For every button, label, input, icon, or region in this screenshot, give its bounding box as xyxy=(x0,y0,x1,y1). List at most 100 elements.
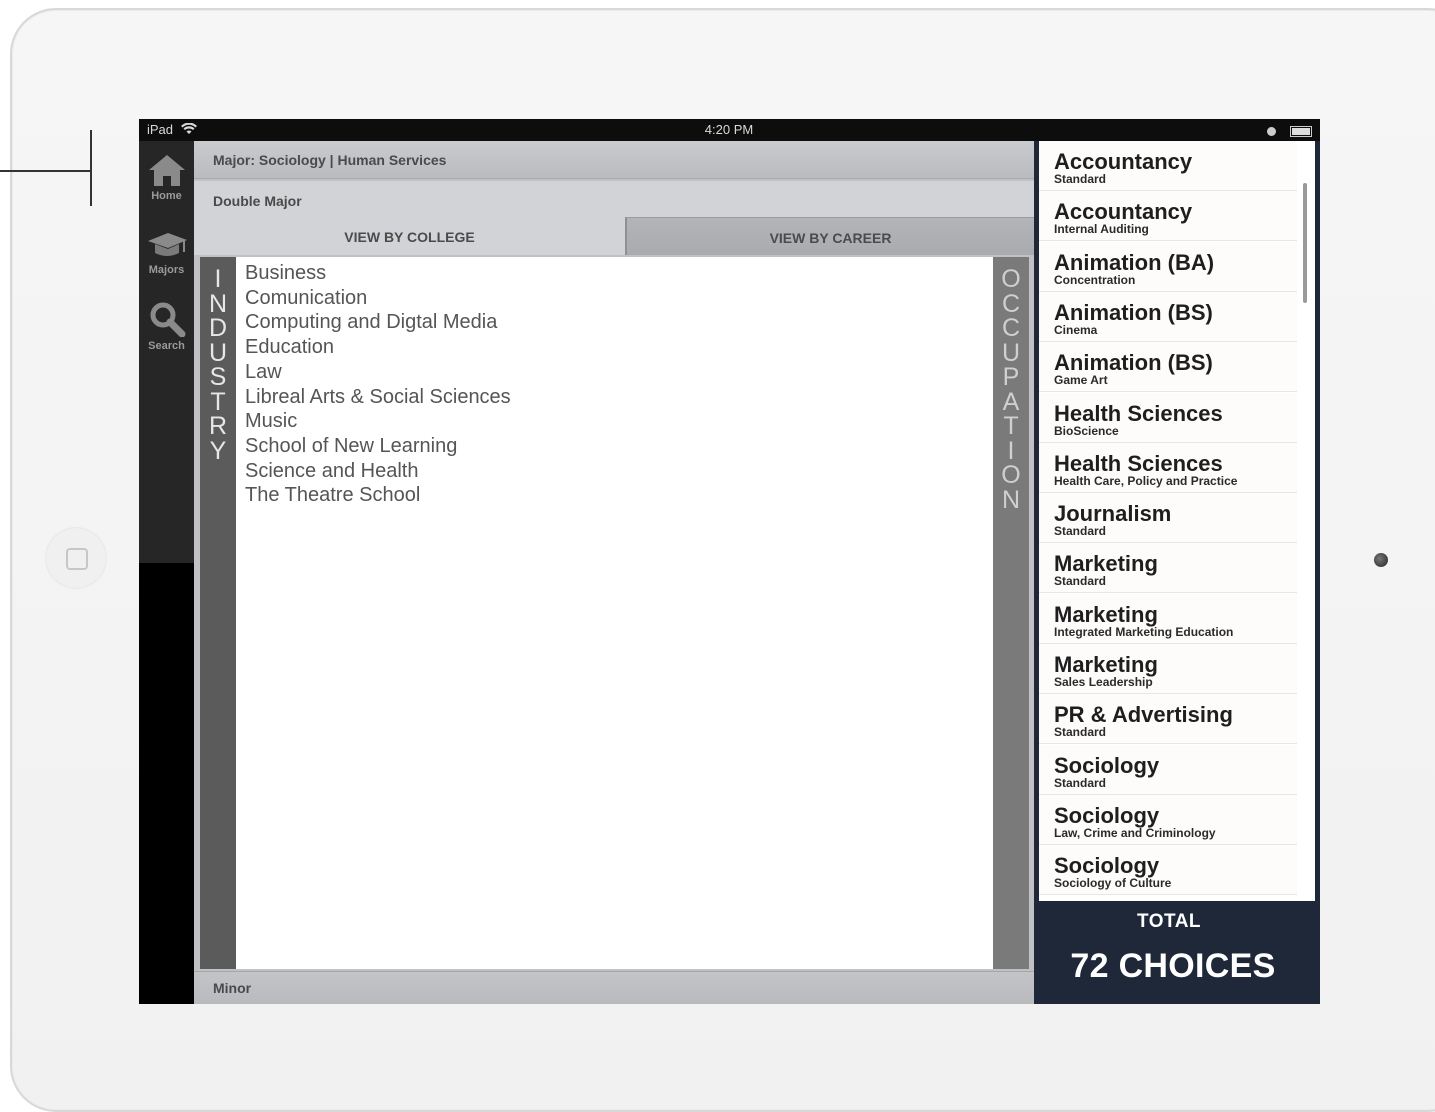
major-subtitle: Health Care, Policy and Practice xyxy=(1054,473,1238,488)
tab-view-by-career[interactable]: VIEW BY CAREER xyxy=(625,217,1034,255)
sidebar-panel xyxy=(139,141,194,563)
occupation-letter: O xyxy=(1001,265,1021,293)
major-row[interactable]: Marketing Standard xyxy=(1039,543,1297,594)
major-row[interactable]: Sociology Sociology of Culture xyxy=(1039,845,1297,896)
front-camera xyxy=(1374,553,1388,567)
college-item[interactable]: Business xyxy=(245,261,511,286)
sidebar-item-home[interactable]: Home xyxy=(139,153,194,202)
major-row[interactable]: Sociology Standard xyxy=(1039,744,1297,795)
occupation-letter: U xyxy=(1001,338,1021,367)
college-item[interactable]: Comunication xyxy=(245,286,511,311)
occupation-label: OCCUPATION xyxy=(993,267,1029,512)
sidebar-item-label: Majors xyxy=(148,264,185,276)
major-subtitle: Internal Auditing xyxy=(1054,222,1149,237)
industry-letter: T xyxy=(210,387,226,416)
sidebar: Home Majors Search xyxy=(139,141,194,1004)
device-label: iPad xyxy=(147,122,174,137)
major-subtitle: Sales Leadership xyxy=(1054,675,1153,689)
clock: 4:20 PM xyxy=(704,122,754,137)
majors-list[interactable]: Accountancy Standard Accountancy Internal A… xyxy=(1039,141,1315,901)
major-subtitle: Integrated Marketing Education xyxy=(1054,624,1234,639)
sidebar-item-label: Home xyxy=(151,190,182,202)
industry-letter: D xyxy=(208,314,228,342)
major-row[interactable]: Animation (BS) Game Art xyxy=(1039,342,1297,393)
graduation-cap-icon xyxy=(147,233,187,256)
callout-line-vertical xyxy=(90,130,92,206)
major-subtitle: Standard xyxy=(1054,524,1107,539)
major-header[interactable]: Major: Sociology | Human Services xyxy=(194,141,1034,179)
industry-letter: R xyxy=(208,412,228,440)
search-icon xyxy=(150,302,185,337)
sidebar-item-label: Search xyxy=(148,340,185,352)
device-name: iPad xyxy=(147,122,197,137)
college-item[interactable]: Law xyxy=(245,360,511,385)
major-subtitle: Standard xyxy=(1054,775,1107,790)
sidebar-item-search[interactable]: Search xyxy=(139,301,194,352)
major-subtitle: Concentration xyxy=(1054,272,1136,287)
major-row[interactable]: Health Sciences BioScience xyxy=(1039,392,1297,443)
major-row[interactable]: Marketing Sales Leadership xyxy=(1039,644,1297,694)
major-row[interactable]: Journalism Standard xyxy=(1039,493,1297,544)
college-item[interactable]: School of New Learning xyxy=(245,434,511,459)
view-tabs: VIEW BY COLLEGE VIEW BY CAREER xyxy=(194,217,1034,257)
major-subtitle: Standard xyxy=(1054,574,1107,589)
major-subtitle: Game Art xyxy=(1054,373,1108,388)
occupation-label-bar: OCCUPATION xyxy=(993,257,1029,969)
total-choices: TOTAL 72 CHOICES xyxy=(1034,901,1320,1004)
callout-line xyxy=(0,170,92,172)
industry-label-bar: INDUSTRY xyxy=(200,257,236,969)
occupation-letter: I xyxy=(1007,436,1015,465)
battery-icon xyxy=(1290,126,1312,138)
major-row[interactable]: Animation (BS) Cinema xyxy=(1039,291,1297,342)
major-subtitle: Cinema xyxy=(1054,322,1098,337)
major-subtitle: Sociology of Culture xyxy=(1054,876,1172,891)
college-item[interactable]: Music xyxy=(245,409,511,434)
college-item[interactable]: Computing and Digtal Media xyxy=(245,310,511,335)
status-bar: iPad 4:20 PM xyxy=(139,119,1320,141)
occupation-letter: C xyxy=(1001,289,1021,318)
occupation-letter: T xyxy=(1003,412,1019,440)
major-row[interactable]: PR & Advertising Standard xyxy=(1039,694,1297,745)
college-item[interactable]: Libreal Arts & Social Sciences xyxy=(245,385,511,410)
industry-letter: Y xyxy=(209,436,227,465)
status-icons xyxy=(1267,123,1312,138)
occupation-letter: O xyxy=(1001,461,1021,489)
college-item[interactable]: Education xyxy=(245,335,511,360)
double-major-header[interactable]: Double Major xyxy=(194,181,1034,217)
screen: iPad 4:20 PM Home Majors Search Major: S… xyxy=(139,119,1320,1004)
total-value: 72 CHOICES xyxy=(1070,947,1276,985)
major-row[interactable]: Accountancy Internal Auditing xyxy=(1039,191,1297,242)
industry-label: INDUSTRY xyxy=(200,267,236,463)
major-row[interactable]: Marketing Integrated Marketing Education xyxy=(1039,593,1297,644)
main-panel: Major: Sociology | Human Services Double… xyxy=(194,141,1034,1004)
rotation-lock-icon xyxy=(1267,127,1277,137)
tab-view-by-college[interactable]: VIEW BY COLLEGE xyxy=(194,217,625,255)
occupation-letter: A xyxy=(1002,387,1020,416)
occupation-letter: C xyxy=(1001,314,1021,342)
college-item[interactable]: The Theatre School xyxy=(245,483,511,508)
major-subtitle: Standard xyxy=(1054,725,1107,740)
industry-letter: U xyxy=(208,338,228,367)
major-row[interactable]: Animation (BA) Concentration xyxy=(1039,241,1297,292)
college-content: INDUSTRY Business Comunication Computing a… xyxy=(200,257,1029,969)
major-subtitle: BioScience xyxy=(1054,423,1119,438)
major-subtitle: Law, Crime and Criminology xyxy=(1054,825,1216,840)
scrollbar[interactable] xyxy=(1303,183,1307,303)
college-item[interactable]: Science and Health xyxy=(245,459,511,484)
major-row[interactable]: Health Sciences Health Care, Policy and P… xyxy=(1039,442,1297,493)
college-list: Business Comunication Computing and Digtal… xyxy=(245,261,511,508)
occupation-letter: N xyxy=(1001,485,1021,514)
majors-panel: Accountancy Standard Accountancy Internal A… xyxy=(1034,141,1320,1004)
total-label: TOTAL xyxy=(1136,911,1202,932)
industry-letter: I xyxy=(214,265,222,293)
major-row[interactable]: Sociology Law, Crime and Criminology xyxy=(1039,794,1297,845)
device-home-button[interactable] xyxy=(45,527,107,589)
occupation-letter: P xyxy=(1002,363,1020,391)
home-icon xyxy=(148,155,185,186)
minor-header[interactable]: Minor xyxy=(194,971,1034,1004)
home-button-square-icon xyxy=(66,548,88,570)
major-row[interactable]: Accountancy Standard xyxy=(1039,141,1297,191)
industry-letter: N xyxy=(208,289,228,318)
sidebar-item-majors[interactable]: Majors xyxy=(139,229,194,276)
industry-letter: S xyxy=(209,363,227,391)
